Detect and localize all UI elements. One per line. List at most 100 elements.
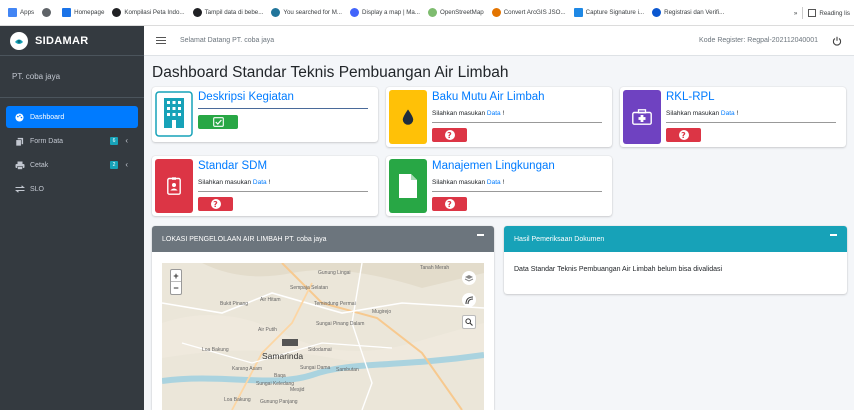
brand-link[interactable]: SIDAMAR bbox=[0, 26, 144, 56]
bookmark-item[interactable]: OpenStreetMap bbox=[428, 8, 484, 17]
map-label: Samarinda bbox=[262, 351, 304, 361]
card-divider bbox=[432, 122, 602, 123]
map-label: Air Putih bbox=[258, 327, 277, 333]
map-label: Gunung Panjang bbox=[260, 399, 298, 405]
page-title: Dashboard Standar Teknis Pembuangan Air … bbox=[152, 64, 509, 81]
chevron-left-icon: ‹ bbox=[125, 160, 128, 169]
done-button[interactable] bbox=[198, 115, 238, 129]
palette-icon bbox=[14, 112, 25, 122]
card-subtitle: Silahkan masukan Data ! bbox=[666, 110, 739, 117]
bookmark-item[interactable]: You searched for M... bbox=[271, 8, 342, 17]
hasil-card-header: Hasil Pemeriksaan Dokumen bbox=[504, 226, 847, 252]
missing-data-button[interactable]: ? bbox=[666, 128, 701, 142]
circle-blue-icon bbox=[652, 8, 662, 17]
data-link[interactable]: Data bbox=[721, 110, 735, 117]
sidebar-item-dashboard[interactable]: Dashboard bbox=[6, 106, 138, 128]
missing-data-button[interactable]: ? bbox=[198, 197, 233, 211]
sidebar-nav: Dashboard Form Data 6 ‹ Cetak 2 ‹ SLO bbox=[0, 98, 144, 210]
mapbox-icon bbox=[350, 8, 360, 17]
id-badge-icon bbox=[155, 159, 193, 213]
file-icon bbox=[389, 159, 427, 213]
bookmark-item[interactable]: Convert ArcGIS JSO... bbox=[491, 8, 566, 17]
map-label: Sungai Keledang bbox=[256, 381, 295, 387]
map-pin-icon bbox=[491, 8, 501, 17]
sidebar-item-label: SLO bbox=[30, 185, 45, 193]
map-label: Sambutan bbox=[336, 367, 359, 373]
map-label: Sidodamai bbox=[308, 347, 332, 353]
bookmark-item[interactable]: Capture Signature i... bbox=[573, 8, 645, 17]
menu-toggle-icon[interactable] bbox=[156, 35, 166, 47]
top-navbar: Selamat Datang PT. coba jaya Kode Regist… bbox=[144, 26, 854, 56]
power-icon[interactable] bbox=[832, 36, 842, 46]
layers-icon[interactable] bbox=[462, 271, 476, 285]
bookmark-item[interactable]: Display a map | Ma... bbox=[350, 8, 420, 17]
question-icon: ? bbox=[678, 130, 689, 140]
osm-icon bbox=[428, 8, 438, 17]
data-link[interactable]: Data bbox=[253, 179, 267, 186]
bookmark-item[interactable]: Tampil data di bebe... bbox=[192, 8, 264, 17]
user-panel[interactable]: PT. coba jaya bbox=[0, 56, 144, 98]
card-subtitle: Silahkan masukan Data ! bbox=[198, 179, 271, 186]
missing-data-button[interactable]: ? bbox=[432, 197, 467, 211]
bookmark-label: Homepage bbox=[74, 9, 105, 16]
bookmarks-right: » Reading lis bbox=[787, 0, 850, 25]
map-label: Bukit Pinang bbox=[220, 301, 249, 307]
chrome-icon bbox=[42, 8, 52, 17]
map-label: Mesjid bbox=[290, 387, 305, 393]
bookmark-item[interactable]: Apps bbox=[8, 8, 34, 17]
bookmark-item[interactable]: Homepage bbox=[62, 8, 104, 17]
map-label: Mugirejo bbox=[372, 309, 392, 315]
measure-icon[interactable] bbox=[462, 293, 476, 307]
card-baku-mutu: Baku Mutu Air Limbah Silahkan masukan Da… bbox=[386, 87, 612, 147]
map-label: Air Hitam bbox=[260, 297, 281, 303]
sidebar-item-cetak[interactable]: Cetak 2 ‹ bbox=[6, 154, 138, 176]
building-icon bbox=[155, 90, 193, 139]
collapse-icon[interactable] bbox=[477, 234, 484, 236]
map-label: Gunung Lingai bbox=[318, 270, 351, 276]
bookmark-item[interactable]: Registrasi dan Verifi... bbox=[652, 8, 724, 17]
sidebar-item-slo[interactable]: SLO bbox=[6, 178, 138, 200]
question-icon: ? bbox=[210, 199, 221, 209]
card-divider bbox=[666, 122, 836, 123]
apps-grid-icon bbox=[8, 8, 17, 17]
map-label: Baqa bbox=[274, 373, 286, 379]
map-label: Tanah Merah bbox=[420, 265, 450, 271]
map-label: Temindung Permai bbox=[314, 301, 356, 307]
search-icon[interactable] bbox=[462, 315, 476, 329]
sidebar: SIDAMAR PT. coba jaya Dashboard Form Dat… bbox=[0, 26, 144, 410]
sidebar-item-label: Dashboard bbox=[30, 113, 65, 121]
card-deskripsi-kegiatan: Deskripsi Kegiatan bbox=[152, 87, 378, 142]
map-card-title: LOKASI PENGELOLAAN AIR LIMBAH PT. coba j… bbox=[162, 235, 327, 243]
location-map[interactable]: Tanah Merah Gunung Lingai Sempaja Selata… bbox=[162, 263, 484, 410]
map-label: Loa Bakung bbox=[202, 347, 229, 353]
question-icon: ? bbox=[444, 130, 455, 140]
question-icon: ? bbox=[444, 199, 455, 209]
collapse-icon[interactable] bbox=[830, 234, 837, 236]
card-title: RKL-RPL bbox=[666, 91, 715, 103]
sidebar-item-label: Cetak bbox=[30, 161, 49, 169]
zoom-in-button[interactable]: + bbox=[171, 270, 181, 282]
bookmark-item[interactable] bbox=[42, 8, 54, 17]
map-label: Sungai Dama bbox=[300, 365, 331, 371]
data-link[interactable]: Data bbox=[487, 110, 501, 117]
card-manajemen-lingkungan: Manajemen Lingkungan Silahkan masukan Da… bbox=[386, 156, 612, 216]
data-link[interactable]: Data bbox=[487, 179, 501, 186]
brand-name: SIDAMAR bbox=[35, 34, 89, 47]
bookmark-label: Tampil data di bebe... bbox=[204, 9, 264, 16]
hasil-card-title: Hasil Pemeriksaan Dokumen bbox=[514, 235, 605, 243]
bookmarks-overflow[interactable]: » bbox=[794, 10, 797, 17]
reading-list-link[interactable]: Reading lis bbox=[819, 10, 850, 17]
missing-data-button[interactable]: ? bbox=[432, 128, 467, 142]
card-subtitle: Silahkan masukan Data ! bbox=[432, 179, 505, 186]
bookmark-label: Capture Signature i... bbox=[585, 9, 645, 16]
zoom-out-button[interactable]: − bbox=[171, 282, 181, 294]
bookmark-item[interactable]: Kompilasi Peta Indo... bbox=[112, 8, 185, 17]
card-subtitle: Silahkan masukan Data ! bbox=[432, 110, 505, 117]
bookmark-label: Apps bbox=[20, 9, 35, 16]
tint-icon bbox=[389, 90, 427, 144]
sidebar-item-form-data[interactable]: Form Data 6 ‹ bbox=[6, 130, 138, 152]
user-name: PT. coba jaya bbox=[12, 72, 61, 81]
card-divider bbox=[198, 108, 368, 109]
capture-icon bbox=[573, 8, 583, 17]
card-divider bbox=[198, 191, 368, 192]
